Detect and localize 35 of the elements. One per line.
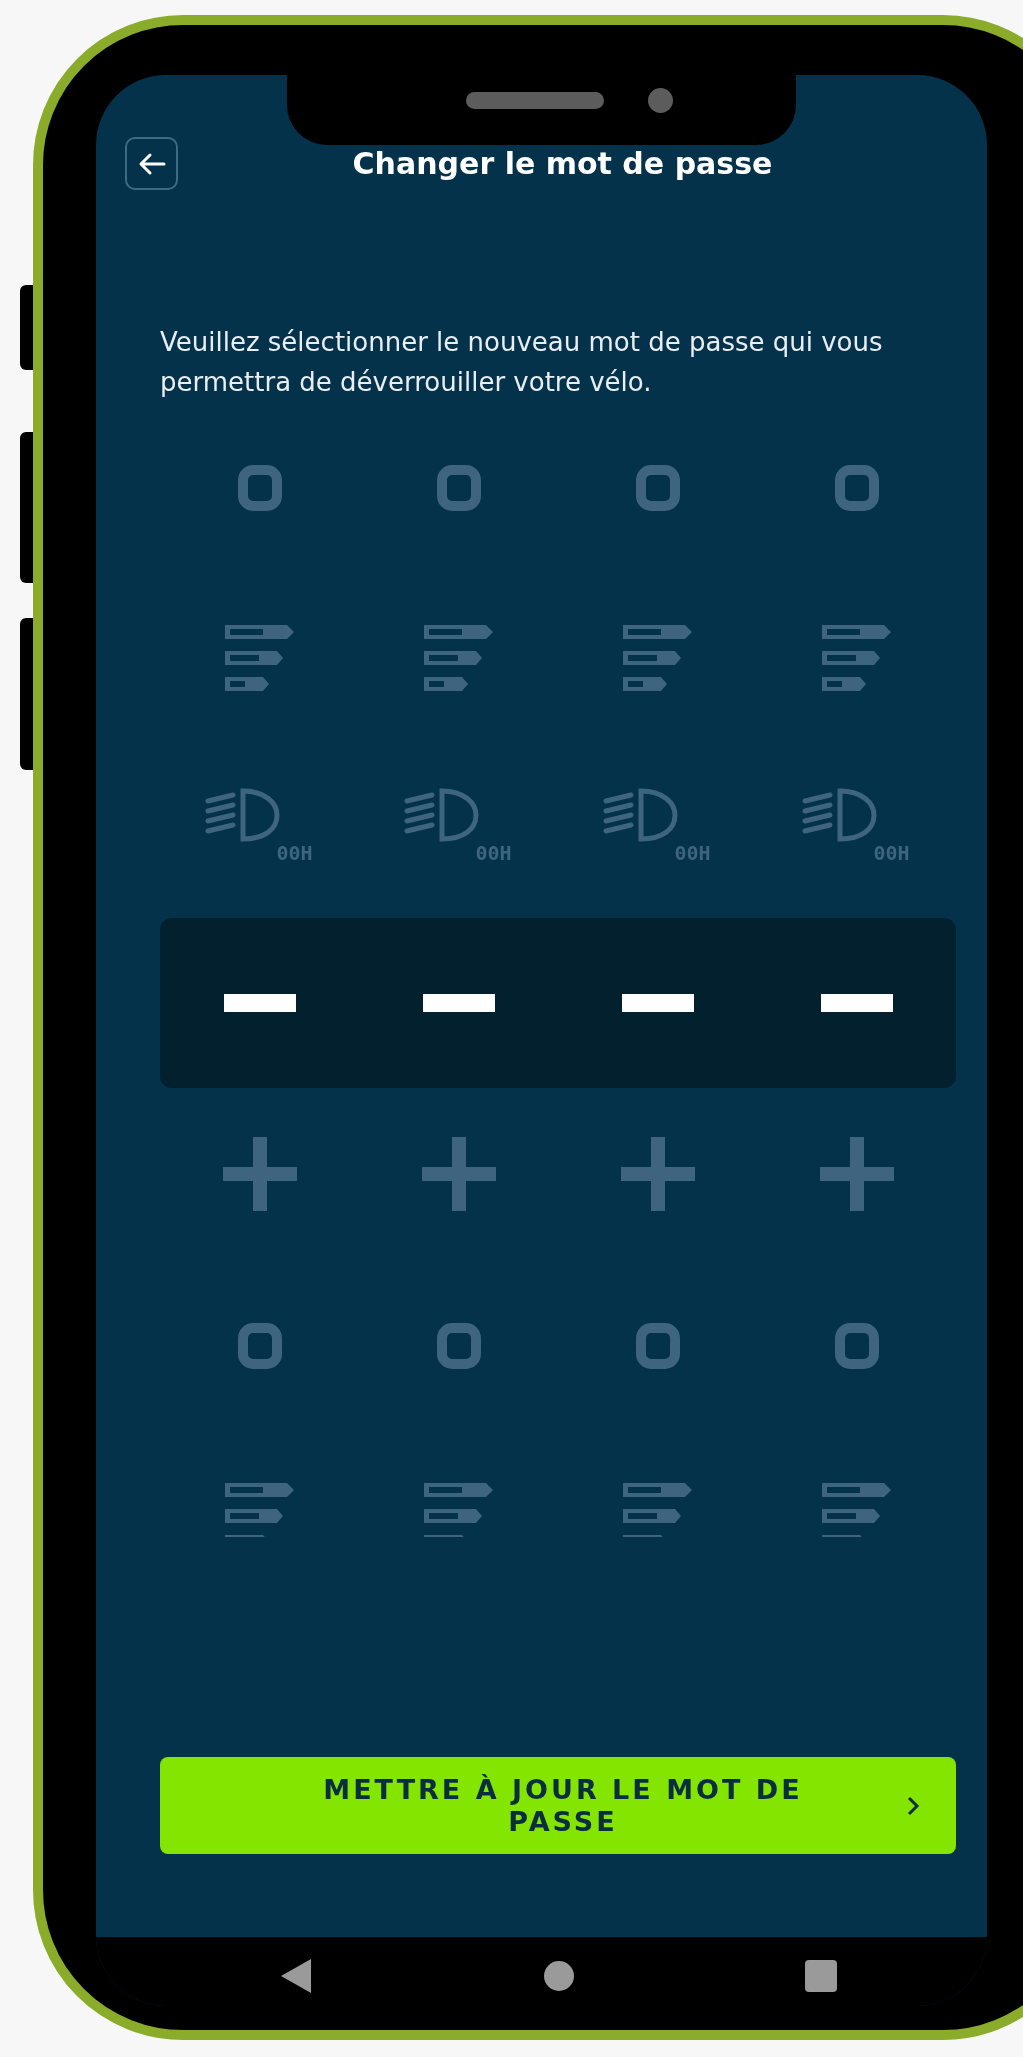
chevron-right-icon (906, 1794, 920, 1817)
back-triangle-icon[interactable] (279, 1956, 313, 1995)
plus-icon[interactable] (620, 1137, 695, 1211)
update-password-button[interactable]: METTRE À JOUR LE MOT DE PASSE (160, 1757, 956, 1854)
rounded-square-icon[interactable] (237, 1323, 282, 1369)
rounded-square-icon[interactable] (834, 465, 879, 511)
headlight-caption: 00H (873, 841, 910, 865)
headlight-caption: 00H (674, 841, 711, 865)
headlight-icon[interactable] (403, 787, 480, 845)
headlight-icon[interactable] (602, 787, 679, 845)
battery-level-icon[interactable] (622, 1483, 693, 1537)
home-circle-icon[interactable] (543, 1959, 575, 1992)
rounded-square-icon[interactable] (635, 1323, 680, 1369)
rounded-square-icon[interactable] (436, 1323, 481, 1369)
camera-icon (648, 88, 673, 113)
screen-title: Changer le mot de passe (351, 146, 774, 181)
plus-icon[interactable] (421, 1137, 496, 1211)
headlight-caption: 00H (475, 841, 512, 865)
recents-square-icon[interactable] (805, 1959, 837, 1992)
plus-icon[interactable] (222, 1137, 297, 1211)
instructions-text: Veuillez sélectionner le nouveau mot de passe qui vous permettra de déverrouiller votre vélo. (160, 326, 884, 399)
back-button[interactable] (125, 137, 178, 190)
speaker-icon (466, 92, 604, 109)
headlight-icon[interactable] (204, 787, 281, 845)
plus-icon[interactable] (819, 1137, 894, 1211)
battery-level-icon[interactable] (224, 1483, 295, 1537)
headlight-icon[interactable] (801, 787, 878, 845)
battery-level-icon[interactable] (821, 1483, 892, 1537)
rounded-square-icon[interactable] (635, 465, 680, 511)
rounded-square-icon[interactable] (436, 465, 481, 511)
headlight-caption: 00H (276, 841, 313, 865)
back-arrow-icon (137, 151, 166, 176)
rounded-square-icon[interactable] (834, 1323, 879, 1369)
battery-level-icon[interactable] (423, 1483, 494, 1537)
rounded-square-icon[interactable] (237, 465, 282, 511)
